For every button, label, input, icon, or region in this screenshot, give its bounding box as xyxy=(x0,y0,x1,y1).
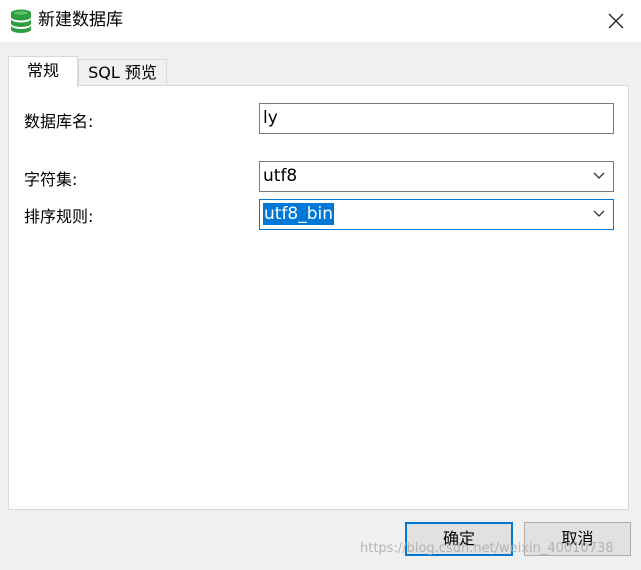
close-icon xyxy=(608,13,624,29)
tab-sql-preview[interactable]: SQL 预览 xyxy=(78,59,167,86)
chevron-down-icon xyxy=(593,210,605,217)
close-button[interactable] xyxy=(601,6,631,36)
chevron-down-icon xyxy=(593,172,605,179)
window-title: 新建数据库 xyxy=(38,10,123,30)
title-bar: 新建数据库 xyxy=(0,0,641,42)
collation-label: 排序规则: xyxy=(24,207,94,226)
db-name-input[interactable]: ly xyxy=(259,103,614,134)
charset-select[interactable]: utf8 xyxy=(259,161,614,192)
watermark-text: https://blog.csdn.net/weixin_40010738 xyxy=(360,541,614,556)
collation-value: utf8_bin xyxy=(263,203,335,225)
collation-select[interactable]: utf8_bin xyxy=(259,199,614,230)
general-panel: 数据库名: ly 字符集: utf8 排序规则: utf8_bin xyxy=(8,85,629,510)
charset-label: 字符集: xyxy=(24,170,78,189)
db-name-label: 数据库名: xyxy=(24,112,94,131)
charset-value: utf8 xyxy=(263,166,298,186)
database-icon xyxy=(11,9,31,33)
tab-general[interactable]: 常规 xyxy=(8,56,78,87)
